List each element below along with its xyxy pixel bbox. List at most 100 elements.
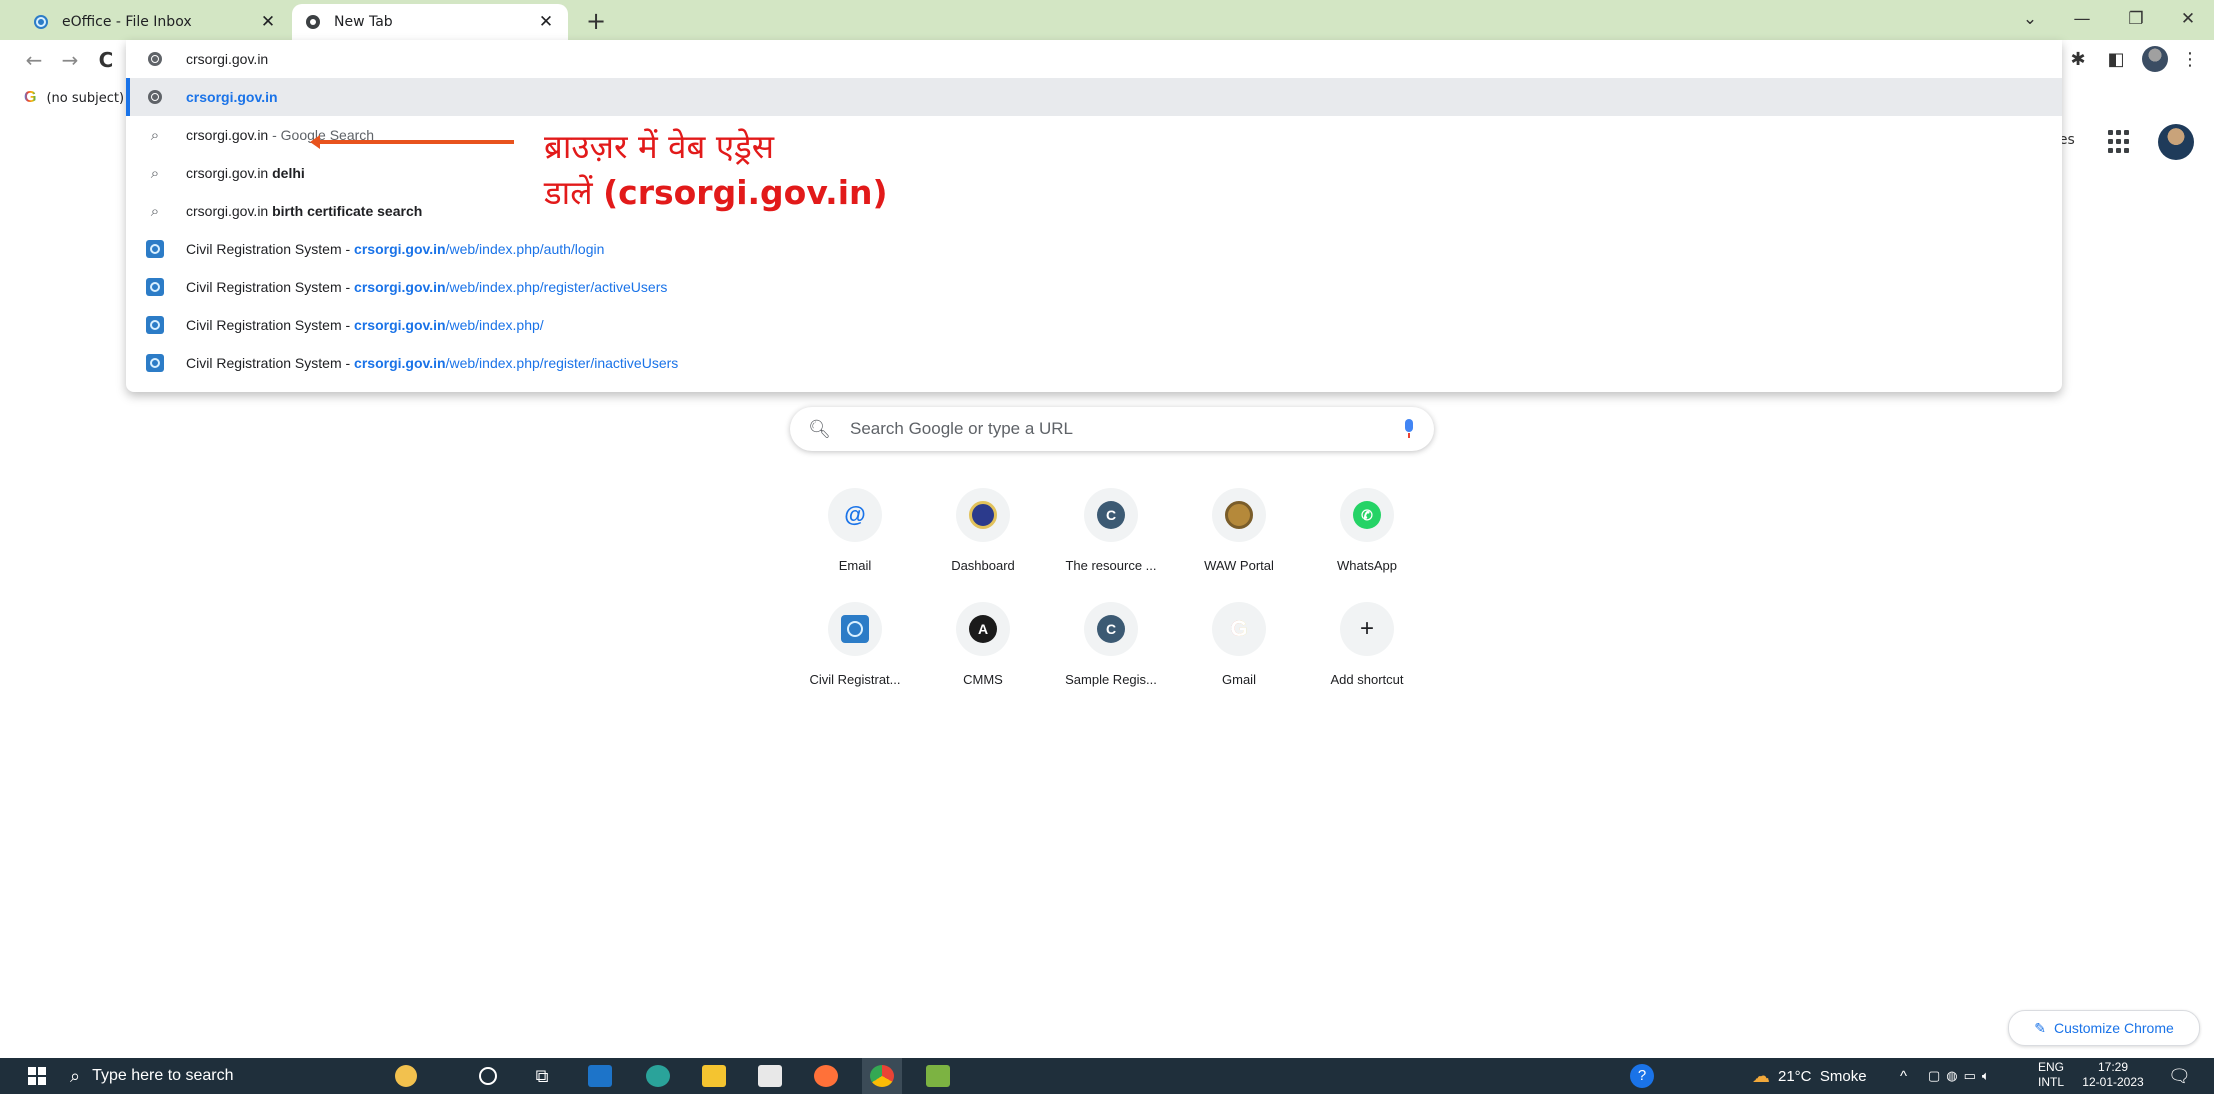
close-window-icon[interactable]: ✕: [2166, 6, 2210, 32]
search-icon: ⌕: [150, 164, 160, 182]
shortcut-label: CMMS: [963, 672, 1003, 687]
omnibox-input[interactable]: crsorgi.gov.in: [186, 51, 268, 67]
omnibox-input-row[interactable]: crsorgi.gov.in: [126, 40, 2062, 78]
new-tab-plus-icon[interactable]: +: [582, 8, 610, 36]
annotation-arrow: [310, 135, 514, 149]
tab-new-tab[interactable]: New Tab ✕: [292, 4, 568, 40]
chrome-icon: [304, 13, 322, 31]
weather-widget[interactable]: ☁ 21°C Smoke: [1752, 1058, 1867, 1094]
crs-favicon-icon: [144, 316, 166, 334]
tab-search-chevron-icon[interactable]: ⌄: [2008, 6, 2052, 32]
chrome-taskbar-icon[interactable]: [862, 1058, 902, 1094]
annotation-line-1: ब्राउज़र में वेब एड्रेस: [544, 127, 775, 166]
edge-icon[interactable]: [638, 1058, 678, 1094]
weather-haze-icon: ☁: [1752, 1065, 1770, 1086]
shortcut-whatsapp[interactable]: ✆ WhatsApp: [1311, 482, 1423, 594]
microphone-icon[interactable]: [1402, 419, 1416, 439]
shortcut-gmail[interactable]: G Gmail: [1183, 596, 1295, 708]
search-highlight-icon[interactable]: [386, 1058, 426, 1094]
tray-icons[interactable]: ▢◍▭🔈︎: [1928, 1058, 1996, 1094]
globe-icon: [144, 52, 166, 66]
search-icon: ⌕: [150, 126, 160, 144]
shortcut-sample-regis[interactable]: C Sample Regis...: [1055, 596, 1167, 708]
ntp-search-input[interactable]: [848, 418, 1402, 440]
app-sync-icon[interactable]: [918, 1058, 958, 1094]
suggestion-search[interactable]: ⌕ crsorgi.gov.in birth certificate searc…: [126, 192, 2062, 230]
shortcut-label: Add shortcut: [1330, 672, 1404, 687]
shortcut-the-resource[interactable]: C The resource ...: [1055, 482, 1167, 594]
suggestion-domain: crsorgi.gov.in: [354, 355, 446, 371]
suggestion-history[interactable]: Civil Registration System - crsorgi.gov.…: [126, 306, 2062, 344]
suggestion-text: crsorgi.gov.in: [186, 203, 273, 219]
forward-arrow-icon[interactable]: →: [56, 46, 84, 74]
shortcut-dashboard[interactable]: Dashboard: [927, 482, 1039, 594]
suggestion-text: crsorgi.gov.in: [186, 89, 278, 105]
suggestion-path: /web/index.php/: [445, 317, 544, 333]
kebab-menu-icon[interactable]: ⋮: [2176, 46, 2204, 74]
system-clock[interactable]: 17:29 12-01-2023: [2078, 1060, 2148, 1090]
c-letter-icon: C: [1097, 501, 1125, 529]
task-view-icon[interactable]: ⧉: [522, 1058, 562, 1094]
shortcut-civil-registration[interactable]: Civil Registrat...: [799, 596, 911, 708]
notifications-icon[interactable]: 🗨︎: [2168, 1058, 2191, 1094]
suggestion-search[interactable]: ⌕ crsorgi.gov.in delhi: [126, 154, 2062, 192]
shortcut-label: The resource ...: [1065, 558, 1157, 573]
tray-overflow-chevron-icon[interactable]: ^: [1900, 1058, 1907, 1094]
customize-chrome-button[interactable]: ✎ Customize Chrome: [2008, 1010, 2200, 1046]
plus-icon: +: [1359, 615, 1374, 642]
shortcut-waw-portal[interactable]: WAW Portal: [1183, 482, 1295, 594]
annotation-line-2: डालें (crsorgi.gov.in): [544, 170, 888, 216]
file-explorer-icon[interactable]: [694, 1058, 734, 1094]
cortana-icon[interactable]: [468, 1058, 508, 1094]
shortcut-email[interactable]: @ Email: [799, 482, 911, 594]
lang-top: ENG: [2038, 1060, 2065, 1074]
help-icon[interactable]: ?: [1630, 1058, 1654, 1094]
extensions-puzzle-icon[interactable]: ✱: [2064, 46, 2092, 74]
store-icon[interactable]: [750, 1058, 790, 1094]
tab-eoffice[interactable]: eOffice - File Inbox ✕: [20, 4, 290, 40]
at-icon: @: [844, 502, 866, 527]
side-panel-icon[interactable]: ◧: [2102, 46, 2130, 74]
mail-app-icon[interactable]: [580, 1058, 620, 1094]
windows-taskbar: ⌕ Type here to search ⧉ ? ☁ 21°C Smoke ^…: [0, 1058, 2214, 1094]
suggestion-url[interactable]: crsorgi.gov.in: [126, 78, 2062, 116]
shortcut-cmms[interactable]: A CMMS: [927, 596, 1039, 708]
shortcut-label: WhatsApp: [1337, 558, 1397, 573]
ntp-search-box[interactable]: 🔍︎: [790, 407, 1434, 451]
tab-title: eOffice - File Inbox: [62, 14, 192, 30]
google-g-icon: G: [24, 89, 37, 106]
suggestion-history[interactable]: Civil Registration System - crsorgi.gov.…: [126, 268, 2062, 306]
shortcut-add[interactable]: + Add shortcut: [1311, 596, 1423, 708]
windows-start-icon[interactable]: [22, 1058, 52, 1094]
globe-icon: [144, 90, 166, 104]
bookmark-no-subject[interactable]: G (no subject): [24, 86, 124, 110]
close-tab-icon[interactable]: ✕: [258, 12, 278, 32]
suggestion-history[interactable]: Civil Registration System - crsorgi.gov.…: [126, 344, 2062, 382]
restore-icon[interactable]: ❐: [2114, 6, 2158, 32]
back-arrow-icon[interactable]: ←: [20, 46, 48, 74]
shortcut-label: Sample Regis...: [1065, 672, 1157, 687]
suggestion-domain: crsorgi.gov.in: [354, 241, 446, 257]
bookmark-label: (no subject): [46, 90, 125, 106]
suggestion-history[interactable]: Civil Registration System - crsorgi.gov.…: [126, 230, 2062, 268]
close-tab-icon[interactable]: ✕: [536, 12, 556, 32]
profile-avatar[interactable]: [2142, 46, 2168, 72]
input-language[interactable]: ENG INTL: [2038, 1060, 2064, 1090]
suggestion-bold: delhi: [272, 165, 305, 181]
tab-title: New Tab: [334, 14, 393, 30]
suggestion-path: /web/index.php/register/activeUsers: [445, 279, 668, 295]
minimize-icon[interactable]: —: [2060, 6, 2104, 32]
suggestion-path: /web/index.php/auth/login: [445, 241, 605, 257]
pencil-icon: ✎: [2034, 1019, 2046, 1036]
c-letter-icon: C: [1097, 615, 1125, 643]
firefox-icon[interactable]: [806, 1058, 846, 1094]
crs-icon: [841, 615, 869, 643]
reload-icon[interactable]: C: [92, 46, 120, 74]
crs-favicon-icon: [144, 278, 166, 296]
annotation-url: (crsorgi.gov.in): [603, 173, 888, 212]
suggestion-search[interactable]: ⌕ crsorgi.gov.in - Google Search: [126, 116, 2062, 154]
suggestion-domain: crsorgi.gov.in: [354, 279, 446, 295]
google-account-avatar[interactable]: [2158, 124, 2194, 160]
taskbar-search[interactable]: ⌕ Type here to search: [70, 1058, 370, 1094]
google-apps-icon[interactable]: [2108, 130, 2132, 154]
